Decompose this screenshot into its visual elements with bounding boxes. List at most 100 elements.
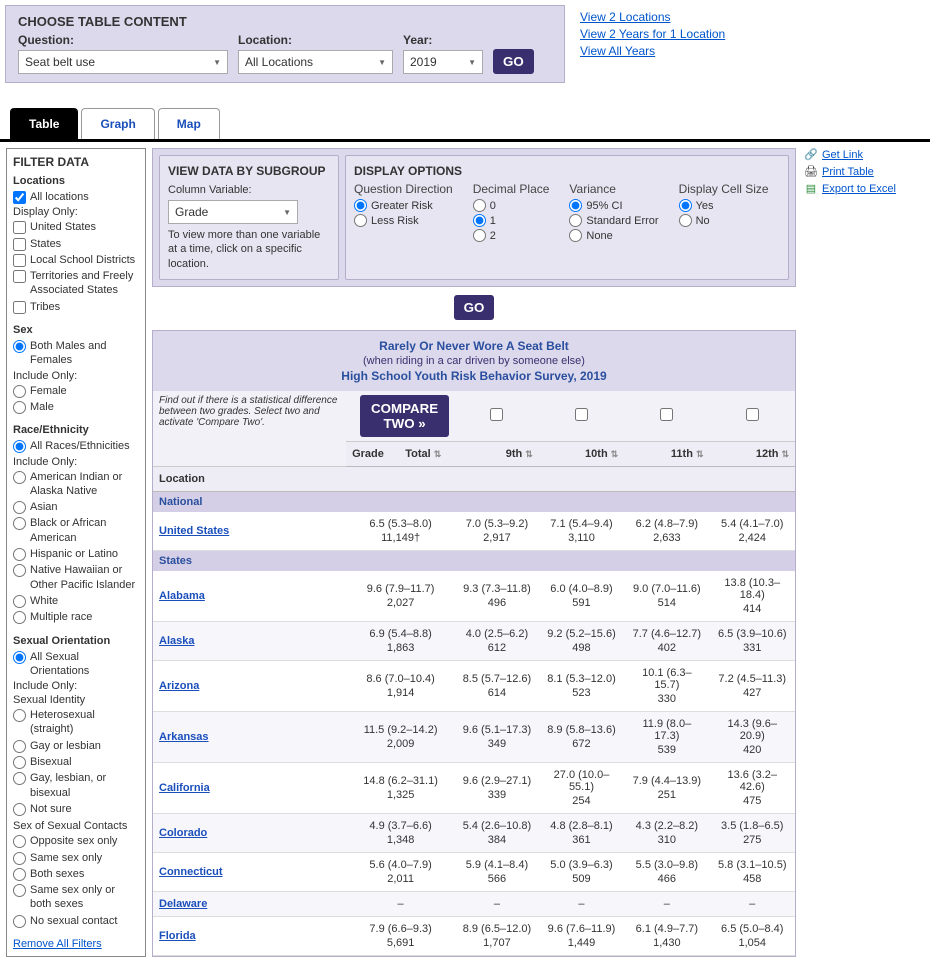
filter-item-input[interactable] (13, 915, 26, 928)
filter-item-input[interactable] (13, 564, 26, 577)
column-variable-dropdown[interactable]: Grade (168, 200, 298, 224)
cell-no-radio[interactable] (679, 214, 692, 227)
filter-item-input[interactable] (13, 385, 26, 398)
display-go-button[interactable]: GO (454, 295, 495, 320)
data-cell: 5.9 (4.1–8.4)566 (455, 852, 539, 891)
location-link[interactable]: California (153, 762, 346, 813)
col-9th[interactable]: 9th⇅ (455, 441, 539, 466)
location-link[interactable]: Alaska (153, 621, 346, 660)
view-all-years-link[interactable]: View All Years (580, 44, 725, 58)
decimal-2-radio[interactable] (473, 229, 486, 242)
remove-filters-link[interactable]: Remove All Filters (13, 938, 102, 950)
sort-icon: ⇅ (434, 449, 442, 459)
filter-item-input[interactable] (13, 595, 26, 608)
get-link-button[interactable]: 🔗Get Link (804, 148, 924, 161)
orientation-heading: Sexual Orientation (13, 635, 139, 647)
table-row: California14.8 (6.2–31.1)1,3259.6 (2.9–2… (153, 762, 795, 813)
variance-se-radio[interactable] (569, 214, 582, 227)
compare-9th-checkbox[interactable] (490, 408, 503, 421)
filter-item-input[interactable] (13, 301, 26, 314)
col-total[interactable]: Grade Total⇅ (346, 441, 455, 466)
filter-item-label: Not sure (30, 802, 72, 816)
race-include-label: Include Only: (13, 456, 139, 468)
compare-10th-checkbox[interactable] (575, 408, 588, 421)
variance-ci-radio[interactable] (569, 199, 582, 212)
data-cell: 5.5 (3.0–9.8)466 (624, 852, 709, 891)
location-link[interactable]: Colorado (153, 813, 346, 852)
table-title-2: (when riding in a car driven by someone … (161, 355, 787, 367)
both-sexes-radio[interactable] (13, 340, 26, 353)
col-12th[interactable]: 12th⇅ (709, 441, 795, 466)
data-cell: 7.9 (4.4–13.9)251 (624, 762, 709, 813)
print-button[interactable]: 🖨Print Table (804, 165, 924, 178)
all-locations-checkbox[interactable] (13, 191, 26, 204)
filter-item-input[interactable] (13, 868, 26, 881)
col-location[interactable]: Location (153, 466, 795, 491)
data-cell: 9.6 (7.9–11.7)2,027 (346, 571, 455, 622)
col-11th[interactable]: 11th⇅ (624, 441, 709, 466)
view-2-years-link[interactable]: View 2 Years for 1 Location (580, 27, 725, 41)
year-dropdown[interactable]: 2019 (403, 50, 483, 74)
filter-item-input[interactable] (13, 548, 26, 561)
tab-graph[interactable]: Graph (81, 108, 154, 139)
filter-item-input[interactable] (13, 254, 26, 267)
location-link[interactable]: Connecticut (153, 852, 346, 891)
compare-12th-checkbox[interactable] (746, 408, 759, 421)
view-2-locations-link[interactable]: View 2 Locations (580, 10, 725, 24)
subgroup-panel: VIEW DATA BY SUBGROUP Column Variable: G… (159, 155, 339, 280)
location-link[interactable]: United States (153, 512, 346, 551)
all-orientations-radio[interactable] (13, 651, 26, 664)
export-excel-button[interactable]: ▤Export to Excel (804, 182, 924, 195)
filter-item-input[interactable] (13, 756, 26, 769)
filter-item-input[interactable] (13, 238, 26, 251)
location-link[interactable]: Alabama (153, 571, 346, 622)
decimal-1-radio[interactable] (473, 214, 486, 227)
question-label: Question: (18, 33, 228, 47)
filter-item-input[interactable] (13, 517, 26, 530)
tab-table[interactable]: Table (10, 108, 78, 139)
choose-go-button[interactable]: GO (493, 49, 534, 74)
filter-item-input[interactable] (13, 401, 26, 414)
location-link[interactable]: Arizona (153, 660, 346, 711)
filter-item-input[interactable] (13, 835, 26, 848)
filter-item-label: American Indian or Alaska Native (30, 470, 139, 499)
filter-item-input[interactable] (13, 709, 26, 722)
location-link[interactable]: Delaware (153, 891, 346, 916)
greater-risk-radio[interactable] (354, 199, 367, 212)
filter-item-input[interactable] (13, 270, 26, 283)
data-cell: 4.0 (2.5–6.2)612 (455, 621, 539, 660)
filter-item-label: United States (30, 220, 96, 234)
variance-none-radio[interactable] (569, 229, 582, 242)
subgroup-hint: To view more than one variable at a time… (168, 228, 330, 271)
filter-item-input[interactable] (13, 471, 26, 484)
location-link[interactable]: Florida (153, 916, 346, 955)
share-panel: 🔗Get Link 🖨Print Table ▤Export to Excel (804, 148, 924, 957)
compare-11th-checkbox[interactable] (660, 408, 673, 421)
cell-yes-radio[interactable] (679, 199, 692, 212)
filter-item-input[interactable] (13, 221, 26, 234)
filter-item-input[interactable] (13, 611, 26, 624)
filter-item-label: Native Hawaiian or Other Pacific Islande… (30, 563, 139, 592)
filter-item-input[interactable] (13, 501, 26, 514)
filter-item-input[interactable] (13, 852, 26, 865)
filter-item-label: Female (30, 384, 67, 398)
compare-two-button[interactable]: COMPARE TWO » (360, 395, 449, 437)
display-title: DISPLAY OPTIONS (354, 164, 780, 178)
filter-item-input[interactable] (13, 772, 26, 785)
filter-item-input[interactable] (13, 884, 26, 897)
question-dropdown[interactable]: Seat belt use (18, 50, 228, 74)
location-dropdown[interactable]: All Locations (238, 50, 393, 74)
race-heading: Race/Ethnicity (13, 424, 139, 436)
location-link[interactable]: Arkansas (153, 711, 346, 762)
col-10th[interactable]: 10th⇅ (539, 441, 624, 466)
all-races-radio[interactable] (13, 440, 26, 453)
tab-map[interactable]: Map (158, 108, 220, 139)
filter-item-label: States (30, 237, 61, 251)
less-risk-radio[interactable] (354, 214, 367, 227)
filter-item-input[interactable] (13, 803, 26, 816)
decimal-0-radio[interactable] (473, 199, 486, 212)
data-cell: 6.0 (4.0–8.9)591 (539, 571, 624, 622)
filter-item-input[interactable] (13, 740, 26, 753)
locations-heading: Locations (13, 175, 139, 187)
data-cell: 9.6 (7.6–11.9)1,449 (539, 916, 624, 955)
